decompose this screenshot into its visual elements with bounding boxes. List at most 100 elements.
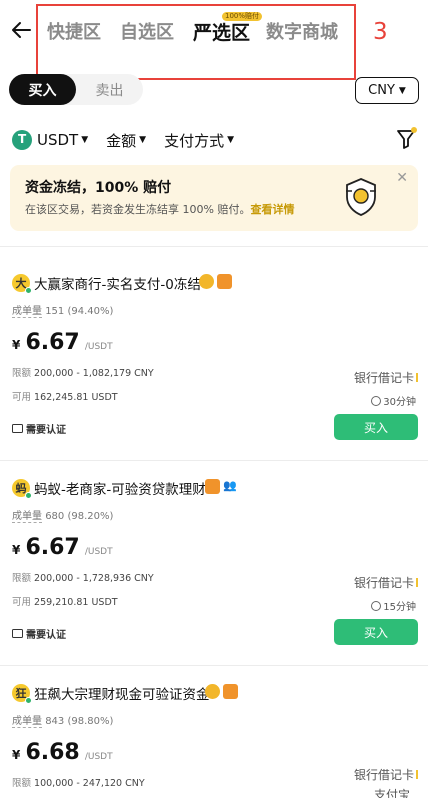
price-unit: /USDT — [84, 342, 113, 352]
caret-down-icon: ▼ — [81, 135, 89, 145]
payment-filter[interactable]: 支付方式 ▼ — [164, 130, 234, 151]
back-arrow-icon[interactable] — [10, 18, 32, 42]
banner-text: 在该区交易，若资金发生冻结享 100% 赔付。 — [25, 203, 251, 216]
merchant-name[interactable]: 大赢家商行-实名支付-0冻结 — [34, 273, 201, 293]
currency-select[interactable]: CNY ▼ — [355, 77, 419, 104]
id-card-icon — [12, 629, 23, 638]
caret-down-icon: ▼ — [398, 85, 406, 96]
order-stats: 成单量 843 (98.80%) — [12, 712, 113, 728]
stats-value: 680 (98.20%) — [45, 511, 114, 522]
divider — [0, 246, 428, 247]
gold-merchant-icon — [205, 684, 220, 699]
payment-color-bar — [416, 578, 418, 587]
limit: 限额 200,000 - 1,082,179 CNY — [12, 365, 154, 379]
available-value: 259,210.81 USDT — [34, 597, 118, 608]
coin-filter[interactable]: USDT ▼ — [37, 131, 88, 149]
merchant-badges — [205, 684, 238, 699]
stats-value: 151 (94.40%) — [45, 306, 114, 317]
available-value: 162,245.81 USDT — [34, 392, 118, 403]
clock-icon — [371, 600, 382, 611]
verification-required: 需要认证 — [12, 421, 66, 436]
merchant-listing: 狂 狂飙大宗理财现金可验证资金 成单量 843 (98.80%) ¥ 6.68 … — [0, 676, 428, 798]
stats-label: 成单量 — [12, 306, 42, 318]
verification-required: 需要认证 — [12, 626, 66, 641]
price: ¥ 6.67 /USDT — [12, 535, 113, 560]
available: 可用 259,210.81 USDT — [12, 594, 118, 608]
caret-down-icon: ▼ — [227, 135, 235, 145]
close-icon[interactable]: ✕ — [396, 170, 408, 186]
highlight-box — [36, 4, 356, 80]
people-icon: 👥 — [223, 479, 237, 492]
buy-button[interactable]: 买入 — [334, 619, 418, 645]
amount-filter[interactable]: 金额 ▼ — [106, 130, 146, 151]
notification-dot — [411, 127, 417, 133]
payment-label: 银行借记卡 — [353, 371, 414, 385]
annotation-number: 3 — [373, 19, 388, 45]
limit-value: 100,000 - 247,120 CNY — [34, 778, 145, 789]
limit-value: 200,000 - 1,082,179 CNY — [34, 368, 154, 379]
payment-label: 支付宝 — [373, 788, 410, 798]
verified-shield-icon — [205, 479, 220, 494]
online-status-dot — [25, 492, 32, 499]
banner-title: 资金冻结，100% 赔付 — [25, 180, 172, 196]
gold-merchant-icon — [199, 274, 214, 289]
avatar[interactable]: 狂 — [12, 684, 32, 704]
usdt-icon — [12, 130, 32, 150]
amount-filter-label: 金额 — [106, 131, 137, 150]
buy-tab[interactable]: 买入 — [9, 74, 76, 105]
online-status-dot — [25, 287, 32, 294]
price: ¥ 6.68 /USDT — [12, 740, 113, 765]
order-stats: 成单量 680 (98.20%) — [12, 507, 114, 523]
payment-color-bar — [416, 373, 418, 382]
caret-down-icon: ▼ — [139, 135, 147, 145]
currency-label: CNY — [368, 83, 395, 98]
coin-filter-label: USDT — [37, 131, 79, 149]
sell-tab[interactable]: 卖出 — [76, 74, 143, 105]
price-unit: /USDT — [84, 547, 113, 557]
payment-method: 银行借记卡 — [354, 574, 418, 591]
freeze-compensation-banner: 资金冻结，100% 赔付 在该区交易，若资金发生冻结享 100% 赔付。查看详情… — [10, 165, 418, 231]
price-value: 6.67 — [25, 330, 80, 355]
id-card-icon — [12, 424, 23, 433]
payment-label: 银行借记卡 — [353, 576, 414, 590]
payment-time: 30分钟 — [371, 393, 416, 408]
limit: 限额 100,000 - 247,120 CNY — [12, 775, 145, 789]
merchant-listing: 大 大赢家商行-实名支付-0冻结 成单量 151 (94.40%) ¥ 6.67… — [0, 266, 428, 471]
clock-icon — [371, 395, 382, 406]
time-label: 15分钟 — [383, 602, 416, 613]
verified-shield-icon — [217, 274, 232, 289]
limit-label: 限额 — [12, 368, 32, 379]
avatar[interactable]: 蚂 — [12, 479, 32, 499]
payment-method-secondary: 支付宝 — [374, 786, 410, 798]
currency-symbol: ¥ — [12, 748, 21, 762]
filter-bar: USDT ▼ 金额 ▼ 支付方式 ▼ — [12, 128, 252, 152]
filter-funnel-icon[interactable] — [396, 127, 417, 150]
limit: 限额 200,000 - 1,728,936 CNY — [12, 570, 154, 584]
payment-time: 15分钟 — [371, 598, 416, 613]
payment-label: 银行借记卡 — [353, 768, 414, 782]
merchant-badges: 👥 — [205, 479, 241, 494]
price-value: 6.68 — [25, 740, 80, 765]
merchant-name[interactable]: 狂飙大宗理财现金可验证资金 — [34, 683, 210, 703]
banner-subtitle: 在该区交易，若资金发生冻结享 100% 赔付。查看详情 — [25, 201, 294, 217]
currency-symbol: ¥ — [12, 338, 21, 352]
price: ¥ 6.67 /USDT — [12, 330, 113, 355]
stats-label: 成单量 — [12, 511, 42, 523]
verified-shield-icon — [223, 684, 238, 699]
buy-button[interactable]: 买入 — [334, 414, 418, 440]
verification-label: 需要认证 — [26, 425, 66, 436]
merchant-listing: 蚂 蚂蚁-老商家-可验资贷款理财 👥 成单量 680 (98.20%) ¥ 6.… — [0, 471, 428, 676]
divider — [0, 460, 428, 461]
banner-details-link[interactable]: 查看详情 — [250, 203, 294, 216]
payment-filter-label: 支付方式 — [164, 131, 225, 150]
divider — [0, 665, 428, 666]
avatar[interactable]: 大 — [12, 274, 32, 294]
payment-color-bar — [416, 770, 418, 779]
available-label: 可用 — [12, 392, 32, 403]
stats-label: 成单量 — [12, 716, 42, 728]
merchant-name[interactable]: 蚂蚁-老商家-可验资贷款理财 — [34, 478, 206, 498]
limit-value: 200,000 - 1,728,936 CNY — [34, 573, 154, 584]
limit-label: 限额 — [12, 778, 32, 789]
merchant-badges — [199, 274, 232, 289]
price-value: 6.67 — [25, 535, 80, 560]
